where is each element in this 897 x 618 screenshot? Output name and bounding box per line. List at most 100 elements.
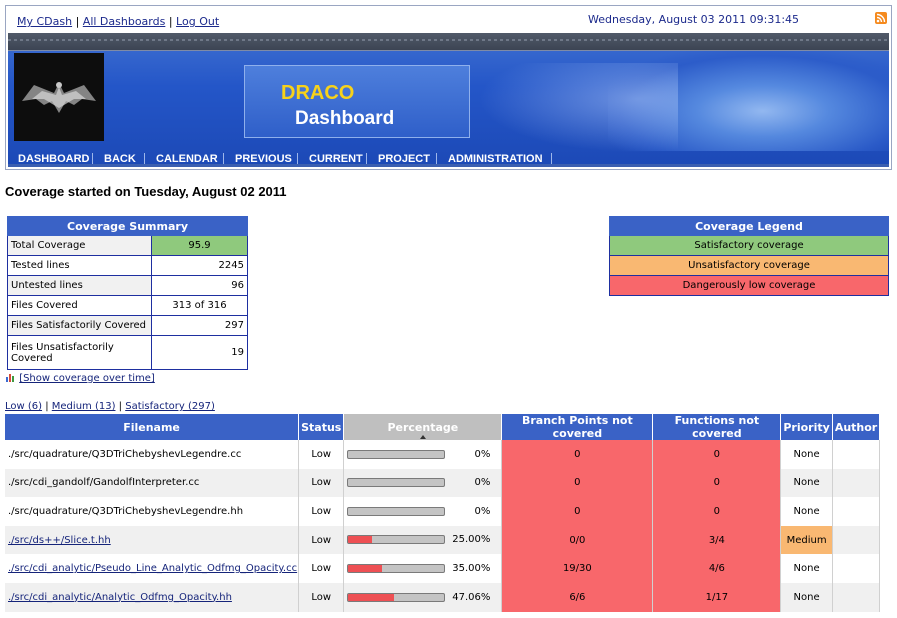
percentage-cell: 35.00% <box>343 554 503 583</box>
my-cdash-link[interactable]: My CDash <box>17 15 72 28</box>
functions-cell: 4/6 <box>652 554 782 583</box>
functions-cell: 3/4 <box>652 525 782 555</box>
coverage-progress-bar <box>347 535 446 545</box>
status-cell: Low <box>298 468 345 498</box>
summary-title: Coverage Summary <box>7 216 248 236</box>
header-frame: My CDash | All Dashboards | Log Out Wedn… <box>5 5 892 170</box>
table-row: ./src/cdi_gandolf/GandolfInterpreter.cc L… <box>5 468 881 498</box>
project-name: DRACO <box>281 82 355 104</box>
all-dashboards-link[interactable]: All Dashboards <box>83 15 166 28</box>
coverage-progress-bar <box>347 592 446 602</box>
separator: | <box>42 401 52 412</box>
file-link[interactable]: ./src/ds++/Slice.t.hh <box>8 535 111 546</box>
priority-cell: None <box>780 440 833 469</box>
summary-label: Files Satisfactorily Covered <box>7 315 152 336</box>
show-coverage-over-time-link[interactable]: [Show coverage over time] <box>19 373 155 384</box>
coverage-summary-table: Coverage Summary Total Coverage 95.9 Test… <box>7 216 248 370</box>
branch-points-cell: 19/30 <box>501 554 654 583</box>
nav-underline <box>8 164 889 167</box>
percentage-cell: 0% <box>343 497 503 526</box>
filter-low[interactable]: Low (6) <box>5 401 42 412</box>
filter-satisfactory[interactable]: Satisfactory (297) <box>125 401 215 412</box>
branch-points-cell: 0 <box>501 468 654 498</box>
status-cell: Low <box>298 525 345 555</box>
file-name: ./src/quadrature/Q3DTriChebyshevLegendre… <box>8 448 242 460</box>
author-cell <box>832 440 881 469</box>
column-header-percentage[interactable]: Percentage <box>343 414 503 440</box>
status-cell: Low <box>298 440 345 469</box>
column-header-functions[interactable]: Functions not covered <box>652 414 782 440</box>
column-header-filename[interactable]: Filename <box>5 414 300 440</box>
coverage-table-body: ./src/quadrature/Q3DTriChebyshevLegendre… <box>5 440 881 612</box>
status-cell: Low <box>298 582 345 612</box>
summary-value: 313 of 316 <box>151 295 248 316</box>
author-cell <box>832 582 881 612</box>
coverage-progress-bar <box>347 478 446 488</box>
file-link[interactable]: ./src/cdi_analytic/Analytic_Odfmg_Opacit… <box>8 592 232 603</box>
banner-top-strip <box>8 33 889 51</box>
status-cell: Low <box>298 497 345 526</box>
page-title: Coverage started on Tuesday, August 02 2… <box>5 184 287 199</box>
filename-cell: ./src/cdi_gandolf/GandolfInterpreter.cc <box>5 468 300 498</box>
priority-cell: None <box>780 582 833 612</box>
table-row: ./src/quadrature/Q3DTriChebyshevLegendre… <box>5 440 881 469</box>
legend-satisfactory: Satisfactory coverage <box>609 235 889 256</box>
author-cell <box>832 554 881 583</box>
author-cell <box>832 525 881 555</box>
table-row: ./src/ds++/Slice.t.hh Low 25.00% 0/0 3/4 Medi… <box>5 525 881 555</box>
dashboard-subtitle: Dashboard <box>295 108 395 129</box>
coverage-progress-fill <box>348 536 373 544</box>
filter-medium[interactable]: Medium (13) <box>52 401 116 412</box>
functions-cell: 0 <box>652 468 782 498</box>
project-title-box: DRACO Dashboard <box>244 65 470 138</box>
percentage-text: 47.06% <box>452 591 491 603</box>
percentage-cell: 47.06% <box>343 582 503 612</box>
logout-link[interactable]: Log Out <box>176 15 219 28</box>
percentage-text: 0% <box>474 477 491 489</box>
summary-value: 19 <box>151 335 248 370</box>
branch-points-cell: 0 <box>501 440 654 469</box>
summary-value: 95.9 <box>151 235 248 256</box>
table-row: ./src/cdi_analytic/Pseudo_Line_Analytic_… <box>5 554 881 583</box>
priority-cell: Medium <box>780 525 833 555</box>
file-link[interactable]: ./src/cdi_analytic/Pseudo_Line_Analytic_… <box>8 563 297 574</box>
project-banner: DRACO Dashboard DASHBOARD BACK CALENDAR … <box>8 33 889 167</box>
column-header-status[interactable]: Status <box>298 414 345 440</box>
percentage-text: 0% <box>474 448 491 460</box>
summary-label: Tested lines <box>7 255 152 276</box>
summary-label: Files Unsatisfactorily Covered <box>7 335 152 370</box>
coverage-progress-bar <box>347 506 446 516</box>
summary-value: 2245 <box>151 255 248 276</box>
separator: | <box>165 15 177 28</box>
column-header-branch-points[interactable]: Branch Points not covered <box>501 414 654 440</box>
percentage-text: 25.00% <box>452 534 491 546</box>
filename-cell: ./src/cdi_analytic/Pseudo_Line_Analytic_… <box>5 554 300 583</box>
filename-cell: ./src/quadrature/Q3DTriChebyshevLegendre… <box>5 440 300 469</box>
file-name: ./src/quadrature/Q3DTriChebyshevLegendre… <box>8 505 244 517</box>
summary-label: Files Covered <box>7 295 152 316</box>
functions-cell: 0 <box>652 497 782 526</box>
top-links: My CDash | All Dashboards | Log Out <box>17 15 219 28</box>
coverage-progress-fill <box>348 564 382 572</box>
legend-dangerously-low: Dangerously low coverage <box>609 275 889 296</box>
separator: | <box>115 401 126 412</box>
branch-points-cell: 0/0 <box>501 525 654 555</box>
table-row: ./src/cdi_analytic/Analytic_Odfmg_Opacit… <box>5 582 881 612</box>
rss-feed-icon[interactable] <box>875 12 887 24</box>
priority-cell: None <box>780 497 833 526</box>
coverage-progress-bar <box>347 449 446 459</box>
coverage-progress-fill <box>348 593 394 601</box>
summary-value: 96 <box>151 275 248 296</box>
priority-cell: None <box>780 554 833 583</box>
column-header-author[interactable]: Author <box>832 414 881 440</box>
bar-chart-icon[interactable] <box>6 372 16 382</box>
file-name: ./src/cdi_gandolf/GandolfInterpreter.cc <box>8 477 200 489</box>
separator: | <box>72 15 83 28</box>
functions-cell: 0 <box>652 440 782 469</box>
percentage-cell: 0% <box>343 468 503 498</box>
summary-label: Untested lines <box>7 275 152 296</box>
column-header-priority[interactable]: Priority <box>780 414 833 440</box>
priority-cell: None <box>780 468 833 498</box>
percentage-text: 35.00% <box>452 562 491 574</box>
show-coverage-over-time: [Show coverage over time] <box>6 372 155 384</box>
